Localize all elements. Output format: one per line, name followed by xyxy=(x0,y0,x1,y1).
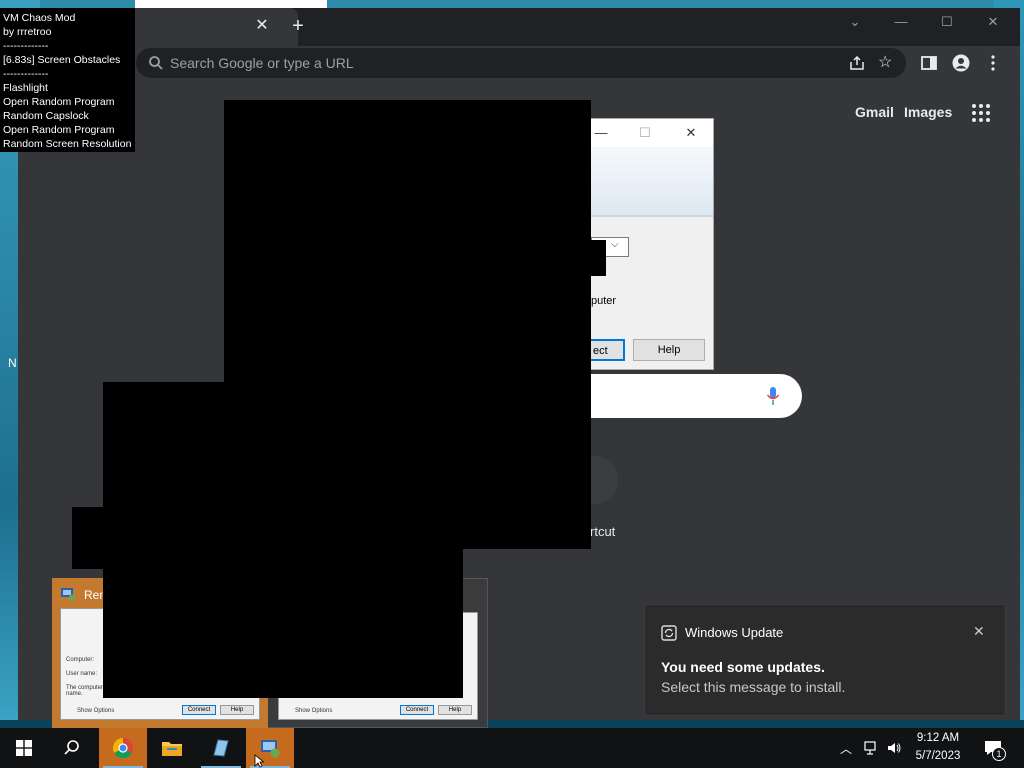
windows-logo-icon xyxy=(16,740,32,756)
notification-count-badge: 1 xyxy=(992,747,1006,761)
profile-avatar-icon[interactable] xyxy=(952,54,970,72)
minimize-button[interactable]: — xyxy=(886,10,916,34)
address-bar-placeholder: Search Google or type a URL xyxy=(170,55,354,71)
notepad-icon xyxy=(213,739,229,757)
dialog-maximize-button: ☐ xyxy=(639,125,651,140)
thumb-connect-button: Connect xyxy=(400,705,434,715)
address-bar[interactable]: Search Google or type a URL ☆ xyxy=(136,48,906,78)
thumb-show-options: Show Options xyxy=(77,708,115,714)
close-icon[interactable]: ✕ xyxy=(973,623,985,640)
new-tab-button[interactable]: + xyxy=(286,14,310,38)
thumb-help-button: Help xyxy=(220,705,254,715)
clock-date[interactable]: 5/7/2023 xyxy=(908,750,968,762)
chaos-line: [6.83s] Screen Obstacles xyxy=(3,54,121,66)
tab-close-icon[interactable]: ✕ xyxy=(252,16,272,36)
chrome-icon xyxy=(112,737,133,759)
taskbar-chrome[interactable] xyxy=(99,728,147,768)
screen-obstacle xyxy=(590,240,606,276)
notification-toast[interactable]: Windows Update ✕ You need some updates. … xyxy=(644,604,1006,716)
mouse-cursor-icon xyxy=(254,754,264,768)
taskbar: ︿ 9:12 AM 5/7/2023 1 xyxy=(0,728,1024,768)
toast-body: Select this message to install. xyxy=(661,679,846,695)
search-icon xyxy=(149,56,163,70)
bookmark-star-icon[interactable]: ☆ xyxy=(878,52,892,72)
google-apps-icon[interactable] xyxy=(972,104,990,122)
taskbar-app[interactable] xyxy=(197,728,245,768)
maximize-button[interactable]: ☐ xyxy=(932,10,962,34)
thumb-username-label: User name: xyxy=(66,671,98,677)
chaos-line: ------------- xyxy=(3,40,49,52)
close-window-button[interactable]: ✕ xyxy=(978,10,1008,34)
side-panel-icon[interactable] xyxy=(920,54,938,72)
dialog-minimize-button[interactable]: — xyxy=(591,123,611,143)
folder-icon xyxy=(162,742,182,756)
microphone-icon[interactable] xyxy=(766,386,780,406)
desktop-icon-label[interactable]: N xyxy=(8,356,17,370)
chaos-line: VM Chaos Mod xyxy=(3,12,76,24)
toast-app-name: Windows Update xyxy=(685,625,784,640)
screen-obstacle xyxy=(103,549,463,698)
search-icon xyxy=(64,740,79,755)
toast-title: You need some updates. xyxy=(661,659,825,675)
windows-update-icon xyxy=(661,625,677,641)
gmail-link[interactable]: Gmail xyxy=(855,104,894,120)
chaos-line: Random Capslock xyxy=(3,110,89,122)
rdp-app-icon xyxy=(61,588,76,602)
chaos-mod-overlay: VM Chaos Mod by rrretroo ------------- [… xyxy=(0,8,135,152)
add-shortcut-label[interactable]: rtcut xyxy=(590,524,615,539)
chaos-line: Random Screen Resolution xyxy=(3,138,132,150)
help-button[interactable]: Help xyxy=(633,339,705,361)
thumb-show-options: Show Options xyxy=(295,708,333,714)
tab-search-icon[interactable]: ⌄ xyxy=(840,10,870,34)
volume-icon[interactable] xyxy=(886,740,902,756)
show-hidden-icons-chevron-icon[interactable]: ︿ xyxy=(840,740,852,757)
network-icon[interactable] xyxy=(864,740,880,756)
search-button[interactable] xyxy=(48,728,96,768)
thumb-help-button: Help xyxy=(438,705,472,715)
chaos-line: Flashlight xyxy=(3,82,48,94)
tab-strip: ✕ + ⌄ — ☐ ✕ xyxy=(18,8,1020,46)
browser-tab[interactable] xyxy=(128,8,298,46)
share-icon[interactable] xyxy=(848,54,866,72)
toolbar: Search Google or type a URL ☆ xyxy=(18,46,1020,80)
chaos-line: Open Random Program xyxy=(3,96,115,108)
dialog-description-text: puter xyxy=(591,295,617,307)
dialog-close-button[interactable]: ✕ xyxy=(681,123,701,143)
start-button[interactable] xyxy=(0,728,48,768)
clock-time[interactable]: 9:12 AM xyxy=(908,732,968,744)
images-link[interactable]: Images xyxy=(904,104,952,120)
chevron-down-icon[interactable]: ⌵ xyxy=(611,239,619,250)
chaos-line: Open Random Program xyxy=(3,124,115,136)
white-obstacle-strip xyxy=(135,0,327,8)
thumb-computer-label: Computer: xyxy=(66,657,95,663)
chaos-line: by rrretroo xyxy=(3,26,52,38)
menu-kebab-icon[interactable] xyxy=(984,54,1002,72)
thumb-connect-button: Connect xyxy=(182,705,216,715)
chaos-line: ------------- xyxy=(3,68,49,80)
taskbar-file-explorer[interactable] xyxy=(148,728,196,768)
